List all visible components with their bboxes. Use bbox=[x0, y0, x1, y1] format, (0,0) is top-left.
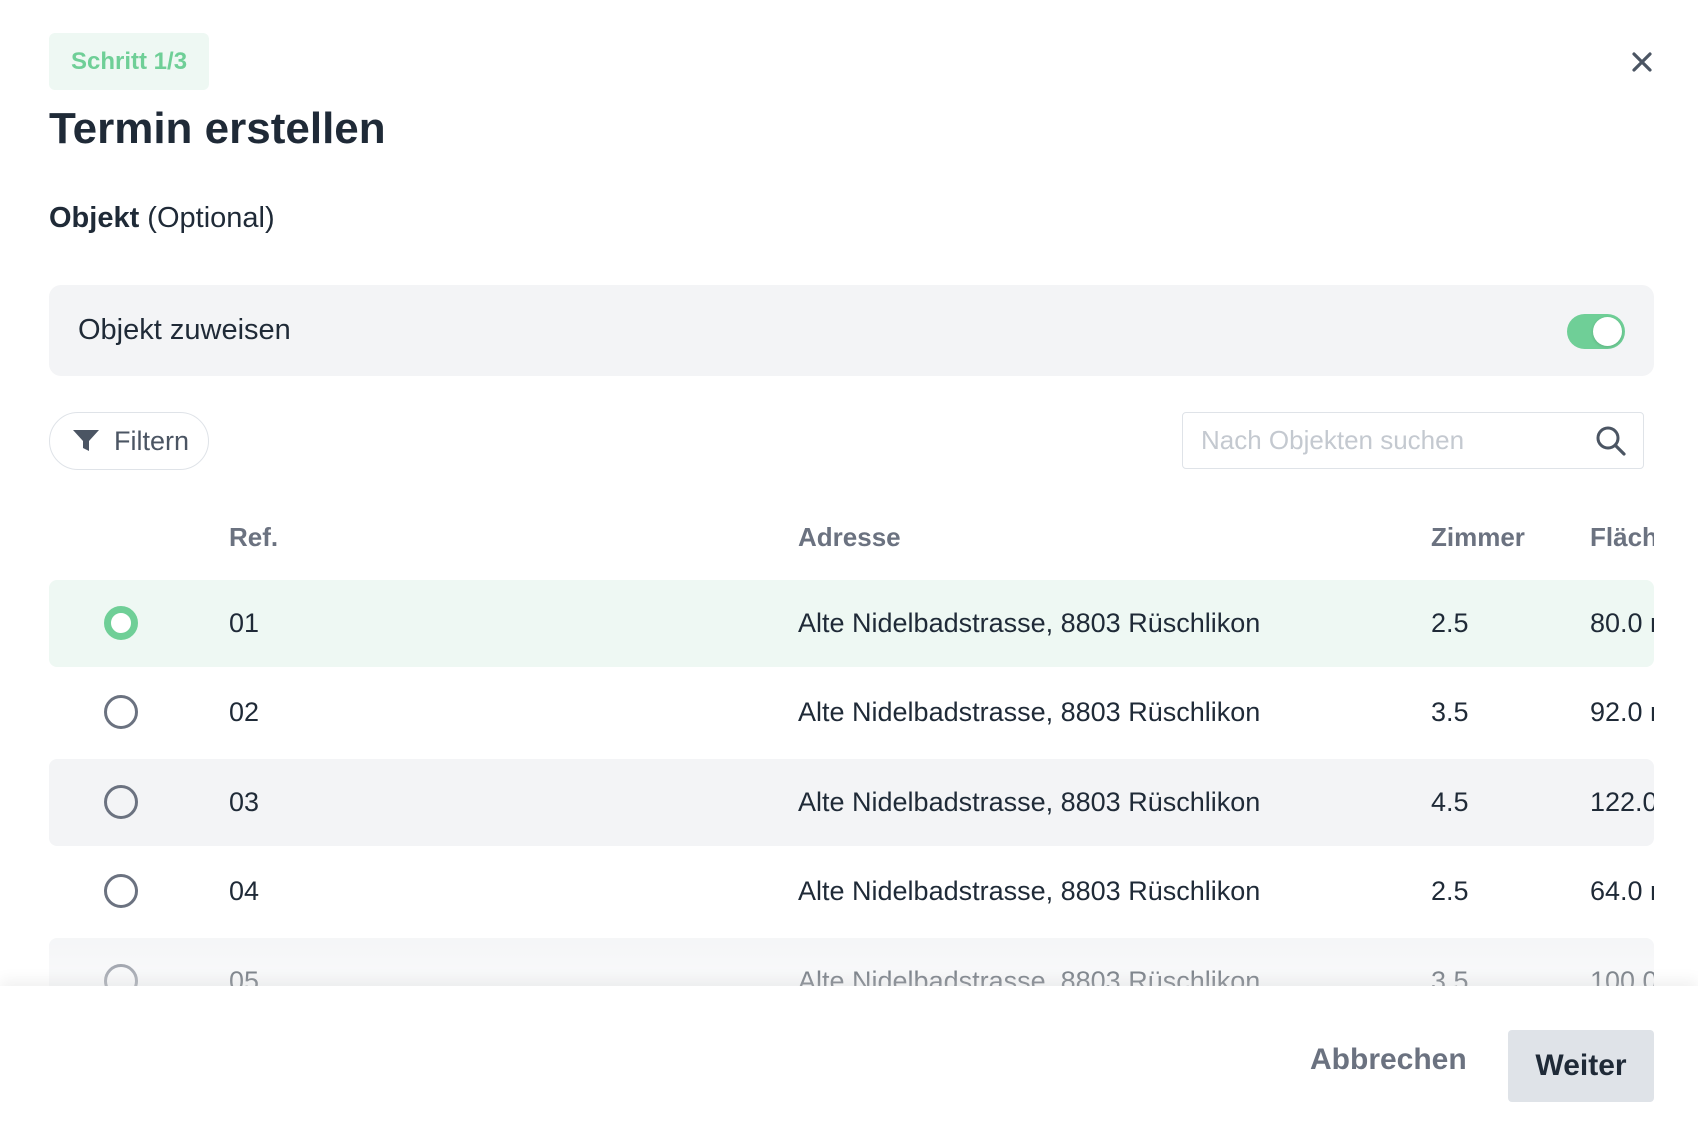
column-header-area: Fläche bbox=[1590, 522, 1654, 552]
cell-rooms: 3.5 bbox=[1431, 697, 1469, 727]
close-icon bbox=[1632, 52, 1652, 72]
search-input[interactable] bbox=[1201, 425, 1581, 456]
table-row[interactable]: 04 Alte Nidelbadstrasse, 8803 Rüschlikon… bbox=[49, 848, 1654, 935]
toggle-knob bbox=[1593, 317, 1622, 346]
column-header-rooms: Zimmer bbox=[1431, 522, 1525, 552]
cell-rooms: 3.5 bbox=[1431, 966, 1469, 986]
row-radio[interactable] bbox=[104, 606, 138, 640]
cell-area: 100.0 m² bbox=[1590, 966, 1654, 986]
table-header: Ref. Adresse Zimmer Fläche bbox=[49, 500, 1654, 580]
column-header-address: Adresse bbox=[798, 522, 901, 552]
section-label-bold: Objekt bbox=[49, 202, 140, 234]
row-radio[interactable] bbox=[104, 695, 138, 729]
search-box bbox=[1182, 412, 1644, 469]
filter-label: Filtern bbox=[114, 425, 190, 456]
cell-ref: 01 bbox=[229, 608, 260, 638]
step-badge: Schritt 1/3 bbox=[49, 33, 210, 90]
cell-area: 92.0 m² bbox=[1590, 697, 1654, 727]
cell-ref: 02 bbox=[229, 697, 260, 727]
row-radio[interactable] bbox=[104, 874, 138, 908]
section-label-suffix: (Optional) bbox=[139, 202, 275, 234]
cell-address: Alte Nidelbadstrasse, 8803 Rüschlikon bbox=[798, 876, 1261, 906]
cell-ref: 03 bbox=[229, 787, 260, 817]
search-icon[interactable] bbox=[1595, 425, 1627, 457]
dialog-footer: Abbrechen Weiter bbox=[0, 986, 1698, 1142]
cell-rooms: 2.5 bbox=[1431, 608, 1469, 638]
cell-ref: 04 bbox=[229, 876, 260, 906]
cell-rooms: 4.5 bbox=[1431, 787, 1469, 817]
table-row[interactable]: 05 Alte Nidelbadstrasse, 8803 Rüschlikon… bbox=[49, 938, 1654, 986]
close-button[interactable] bbox=[1624, 44, 1660, 80]
table-row[interactable]: 02 Alte Nidelbadstrasse, 8803 Rüschlikon… bbox=[49, 669, 1654, 756]
filter-icon bbox=[73, 430, 99, 451]
row-radio[interactable] bbox=[104, 785, 138, 819]
row-radio[interactable] bbox=[104, 964, 138, 986]
column-header-ref: Ref. bbox=[229, 522, 279, 552]
step-label: Schritt 1/3 bbox=[71, 47, 188, 75]
cell-address: Alte Nidelbadstrasse, 8803 Rüschlikon bbox=[798, 608, 1261, 638]
table-row[interactable]: 03 Alte Nidelbadstrasse, 8803 Rüschlikon… bbox=[49, 759, 1654, 846]
cell-address: Alte Nidelbadstrasse, 8803 Rüschlikon bbox=[798, 787, 1261, 817]
section-label: Objekt (Optional) bbox=[49, 202, 275, 235]
cancel-button[interactable]: Abbrechen bbox=[1296, 1030, 1481, 1090]
cell-rooms: 2.5 bbox=[1431, 876, 1469, 906]
cell-area: 80.0 m² bbox=[1590, 608, 1654, 638]
assign-object-label: Objekt zuweisen bbox=[78, 314, 291, 346]
cell-address: Alte Nidelbadstrasse, 8803 Rüschlikon bbox=[798, 697, 1261, 727]
assign-object-row: Objekt zuweisen bbox=[49, 285, 1654, 376]
table-row[interactable]: 01 Alte Nidelbadstrasse, 8803 Rüschlikon… bbox=[49, 580, 1654, 667]
cell-address: Alte Nidelbadstrasse, 8803 Rüschlikon bbox=[798, 966, 1261, 986]
cell-area: 122.0 m² bbox=[1590, 787, 1654, 817]
assign-object-toggle[interactable] bbox=[1567, 314, 1625, 349]
cell-ref: 05 bbox=[229, 966, 260, 986]
objects-table: Ref. Adresse Zimmer Fläche 01 Alte Nidel… bbox=[49, 500, 1654, 986]
cell-area: 64.0 m² bbox=[1590, 876, 1654, 906]
next-button[interactable]: Weiter bbox=[1508, 1030, 1654, 1102]
page-title: Termin erstellen bbox=[49, 104, 386, 153]
filter-button[interactable]: Filtern bbox=[49, 412, 209, 470]
